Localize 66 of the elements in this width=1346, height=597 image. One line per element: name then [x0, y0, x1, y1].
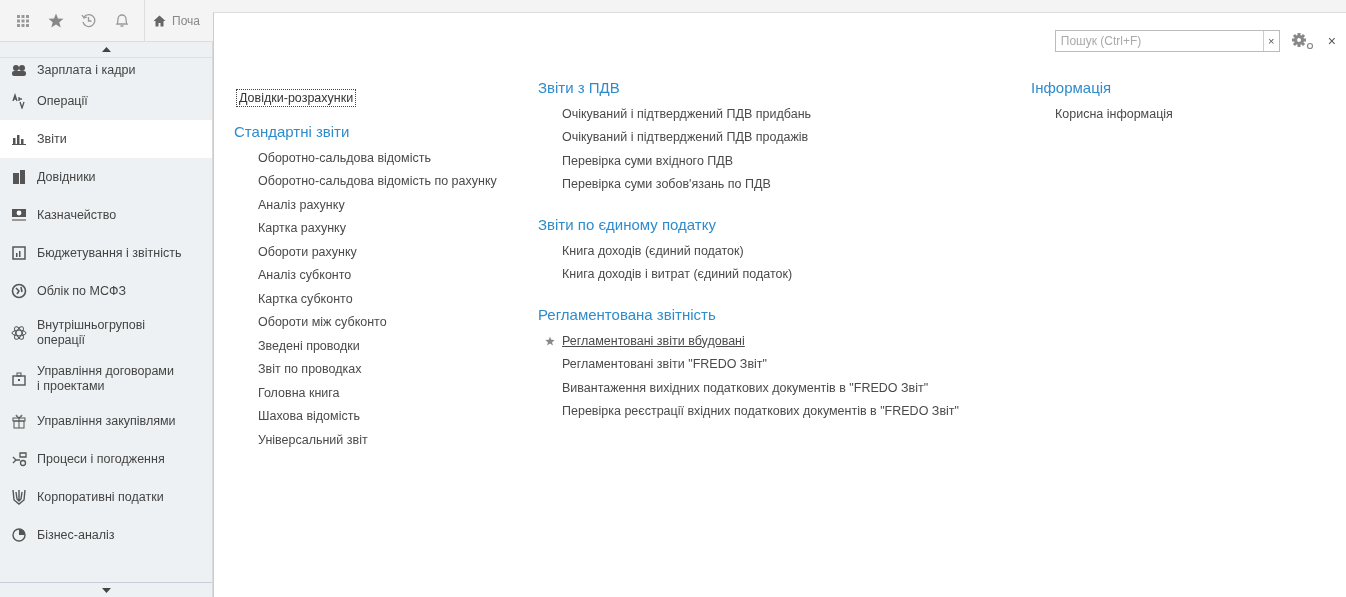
workflow-icon: [11, 451, 27, 467]
report-link[interactable]: Регламентовані звіти "FREDO Звіт": [562, 357, 767, 372]
report-link[interactable]: Головна книга: [258, 385, 340, 400]
history-icon[interactable]: [81, 13, 96, 28]
report-link[interactable]: Обороти між субконто: [258, 315, 387, 330]
report-link[interactable]: Очікуваний і підтверджений ПДВ продажів: [562, 130, 809, 145]
report-link[interactable]: Очікуваний і підтверджений ПДВ придбань: [562, 106, 812, 121]
bar-chart-icon: [12, 133, 26, 145]
report-link[interactable]: Книга доходів (єдиний податок): [562, 243, 744, 258]
group-heading: Регламентована звітність: [538, 306, 717, 323]
report-link[interactable]: Аналіз рахунку: [258, 197, 345, 212]
report-link[interactable]: Книга доходів і витрат (єдиний податок): [562, 267, 793, 282]
report-link[interactable]: Зведені проводки: [258, 338, 360, 353]
home-icon[interactable]: [153, 14, 166, 27]
pie-chart-icon: [12, 528, 26, 542]
report-link[interactable]: Обороти рахунку: [258, 244, 357, 259]
report-link[interactable]: Універсальний звіт: [258, 432, 368, 447]
sidebar-item[interactable]: Внутрішньогрупові операції: [37, 318, 177, 348]
apps-grid-icon[interactable]: [15, 13, 30, 28]
report-link[interactable]: Довідки-розрахунки: [236, 89, 357, 107]
star-icon[interactable]: [47, 13, 64, 28]
report-link[interactable]: Вивантаження вихідних податкових документів в "FREDO Звіт": [562, 380, 929, 395]
report-link[interactable]: Перевірка суми вхідного ПДВ: [562, 153, 734, 168]
group-heading: Стандартні звіти: [234, 123, 351, 140]
report-link[interactable]: Оборотно-сальдова відомість по рахунку: [258, 174, 497, 189]
sidebar-item[interactable]: Бюджетування і звітність: [37, 245, 182, 261]
close-button[interactable]: ×: [1323, 33, 1340, 49]
sidebar-item[interactable]: Управління закупівлями: [37, 413, 176, 429]
sidebar-item[interactable]: Корпоративні податки: [37, 489, 164, 505]
calculator-icon: [12, 246, 26, 260]
report-link[interactable]: Регламентовані звіти вбудовані: [562, 333, 745, 348]
atom-icon: [11, 325, 27, 341]
search-field[interactable]: Пошук (Ctrl+F) ×: [1054, 30, 1280, 52]
report-link[interactable]: Перевірка реєстрації вхідних податкових документів в "FREDO Звіт": [562, 404, 959, 419]
report-link[interactable]: Аналіз субконто: [258, 268, 352, 283]
sidebar-item[interactable]: Звіти: [37, 131, 67, 147]
sidebar-item[interactable]: Операції: [37, 93, 88, 109]
sidebar-item[interactable]: Облік по МСФЗ: [37, 283, 127, 299]
bell-icon[interactable]: [114, 13, 129, 28]
report-link[interactable]: Шахова відомість: [258, 409, 360, 424]
group-heading: Звіти з ПДВ: [538, 79, 621, 96]
group-heading: Звіти по єдиному податку: [538, 216, 717, 233]
sidebar-item[interactable]: Казначейство: [37, 207, 117, 223]
gift-icon: [12, 413, 26, 429]
report-link[interactable]: Картка рахунку: [258, 221, 346, 236]
group-heading: Інформація: [1031, 79, 1113, 96]
star-icon[interactable]: [545, 335, 555, 346]
scroll-up-icon[interactable]: [101, 47, 111, 52]
sidebar-item[interactable]: Управління договорами і проектами: [37, 364, 177, 394]
books-icon: [12, 169, 26, 185]
settings-icon[interactable]: [1289, 32, 1314, 50]
report-link[interactable]: Корисна інформація: [1055, 106, 1173, 121]
banknote-icon: [11, 208, 27, 222]
trident-icon: [12, 489, 26, 505]
report-link[interactable]: Оборотно-сальдова відомість: [258, 150, 431, 165]
sidebar-item[interactable]: Процеси і погодження: [37, 451, 165, 467]
sidebar-item[interactable]: Зарплата і кадри: [37, 62, 136, 78]
letters-icon: [11, 93, 27, 109]
briefcase-icon: [12, 372, 26, 386]
scroll-down-icon[interactable]: [101, 587, 111, 593]
report-link[interactable]: Звіт по проводках: [258, 362, 362, 377]
people-icon: [11, 64, 27, 76]
sidebar-item[interactable]: Довідники: [37, 169, 96, 185]
report-link[interactable]: Перевірка суми зобов'язань по ПДВ: [562, 177, 771, 192]
report-link[interactable]: Картка субконто: [258, 291, 353, 306]
sidebar-item[interactable]: Бізнес-аналіз: [37, 527, 115, 543]
